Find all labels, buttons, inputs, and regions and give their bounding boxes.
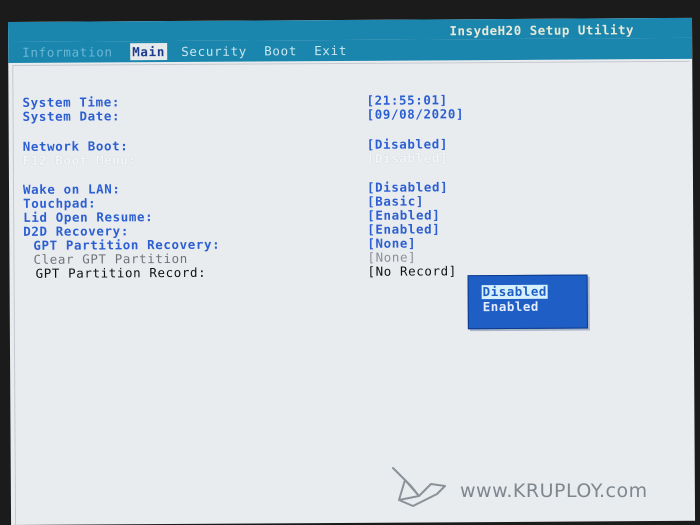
tab-main[interactable]: Main <box>130 43 168 61</box>
setting-row-gpt-partition-record: GPT Partition Record: [No Record] <box>14 262 690 281</box>
watermark: www.KRUPLOY.com <box>385 452 675 512</box>
f12-boot-menu-value[interactable]: [Disabled] <box>367 150 448 165</box>
tab-boot[interactable]: Boot <box>264 43 297 58</box>
tab-exit[interactable]: Exit <box>314 43 347 58</box>
menu-bar: Information Main Security Boot Exit <box>8 37 693 63</box>
gpt-partition-record-label: GPT Partition Record: <box>35 264 207 281</box>
popup-option-disabled[interactable]: Disabled <box>481 284 548 300</box>
origami-bird-icon <box>392 467 446 507</box>
setting-row-system-date[interactable]: System Date: [09/08/2020] <box>14 105 690 124</box>
option-popup: Disabled Enabled <box>467 274 588 330</box>
bios-screen: InsydeH20 Setup Utility Information Main… <box>8 17 696 525</box>
f12-boot-menu-label: F12 Boot Menu: <box>22 152 137 168</box>
tab-information[interactable]: Information <box>22 44 113 60</box>
setting-row-f12-boot-menu[interactable]: F12 Boot Menu: [Disabled] <box>14 149 690 168</box>
app-title: InsydeH20 Setup Utility <box>449 22 635 39</box>
system-date-label: System Date: <box>22 108 121 124</box>
system-date-value[interactable]: [09/08/2020] <box>367 106 465 122</box>
gpt-partition-record-value: [No Record] <box>367 263 457 279</box>
tab-security[interactable]: Security <box>181 44 247 59</box>
popup-option-enabled[interactable]: Enabled <box>483 299 539 314</box>
clear-gpt-partition-value: [None] <box>367 249 417 265</box>
watermark-text: www.KRUPLOY.com <box>460 480 648 502</box>
touchpad-value[interactable]: [Basic] <box>367 193 424 208</box>
gpt-partition-recovery-value[interactable]: [None] <box>367 236 416 251</box>
